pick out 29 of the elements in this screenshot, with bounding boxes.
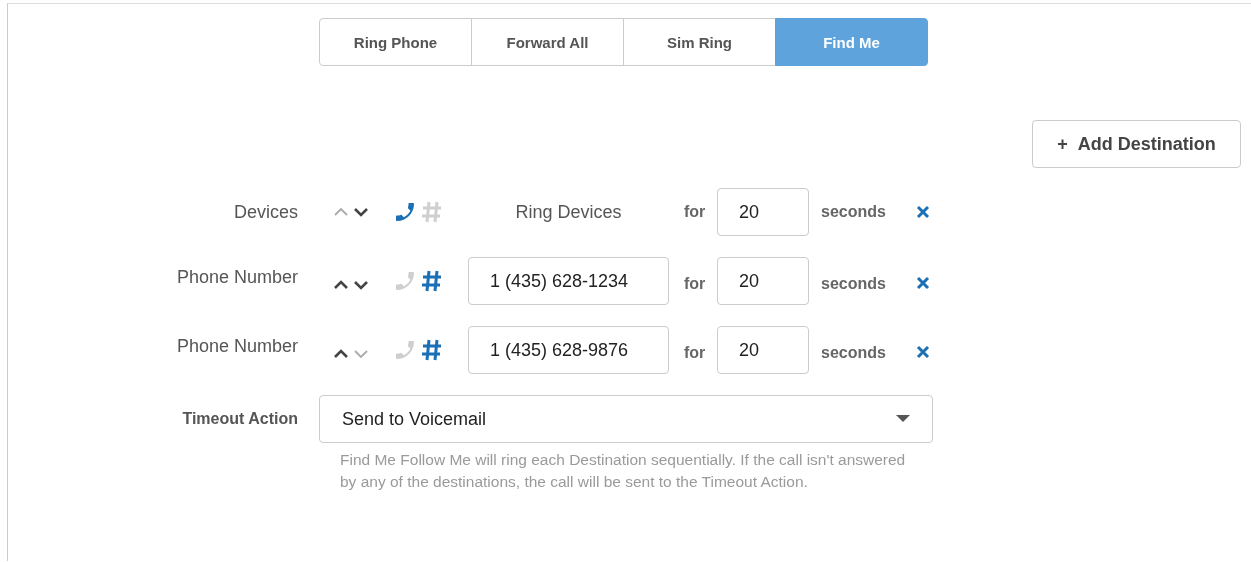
seconds-field[interactable]: 20 [717,326,809,374]
row-label: Phone Number [175,336,298,357]
seconds-field[interactable]: 20 [717,257,809,305]
ring-devices-text: Ring Devices [515,201,622,223]
phone-number-field[interactable]: 1 (435) 628-9876 [468,326,669,374]
for-label: for [684,203,707,221]
tab[interactable]: Forward All [471,18,624,66]
row-label: Phone Number [175,267,298,288]
hash-icon[interactable] [421,269,443,293]
add-destination-button[interactable]: + Add Destination [1032,120,1241,168]
for-label: for [684,344,707,362]
close-icon[interactable] [916,276,930,290]
close-icon[interactable] [916,205,930,219]
phone-number-field[interactable]: 1 (435) 628-1234 [468,257,669,305]
timeout-action-label: Timeout Action [181,410,298,429]
seconds-label: seconds [821,275,887,293]
tab[interactable]: Ring Phone [319,18,472,66]
timeout-action-dropdown[interactable]: Send to Voicemail [319,395,933,443]
row-label: Devices [232,201,298,223]
close-icon[interactable] [916,345,930,359]
tab[interactable]: Sim Ring [623,18,776,66]
help-text: Find Me Follow Me will ring each Destination sequentially. If the call isn't answered by any of the destinations, the call will be sent to the Timeout Action. [340,450,907,492]
seconds-field[interactable]: 20 [717,188,809,236]
phone-icon[interactable] [393,200,417,224]
for-label: for [684,275,707,293]
caret-icon [896,415,910,423]
hash-icon[interactable] [421,338,443,362]
seconds-label: seconds [821,203,887,221]
seconds-label: seconds [821,344,887,362]
